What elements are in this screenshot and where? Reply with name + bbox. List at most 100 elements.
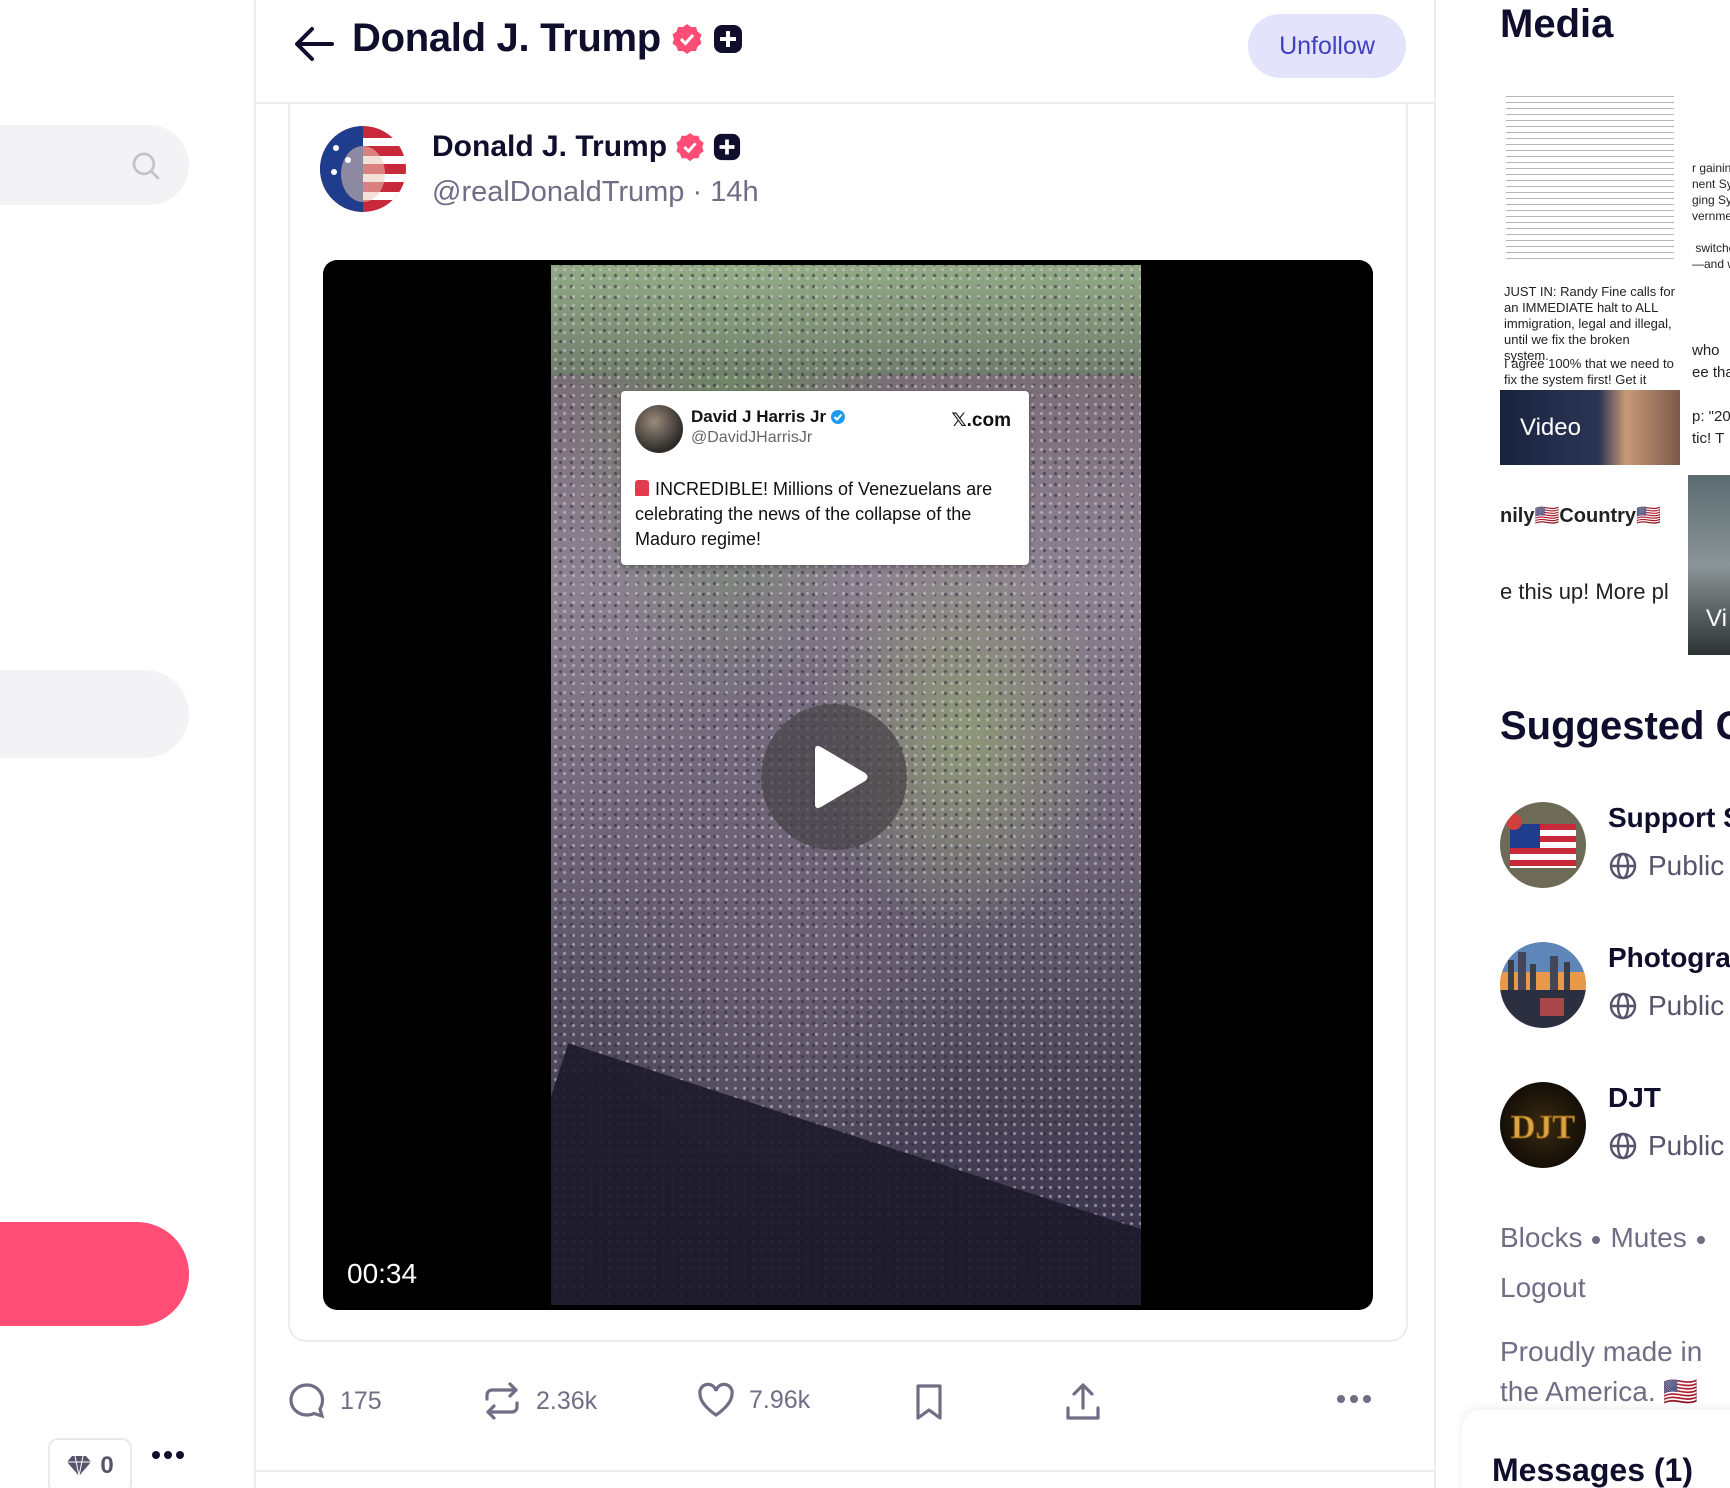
embedded-source: 𝕏.com (951, 410, 1011, 431)
group-name: Support S (1608, 802, 1730, 833)
post-card[interactable]: Donald J. Trump @realDonaldTrump · 14h D… (288, 104, 1408, 1342)
back-arrow-icon[interactable] (292, 24, 336, 64)
media-thumb-5-text2: e this up! More pl (1500, 579, 1669, 604)
footer-links: Blocks Mutes (1500, 1222, 1715, 1254)
page-title: Donald J. Trump (352, 16, 743, 61)
more-icon[interactable] (151, 1450, 185, 1460)
play-button[interactable] (761, 704, 907, 850)
group-avatar: DJT (1500, 1082, 1586, 1168)
share-icon (1066, 1383, 1100, 1420)
more-icon (1337, 1395, 1371, 1403)
author-handle[interactable]: @realDonaldTrump (432, 176, 684, 208)
profile-header: Donald J. Trump Unfollow (256, 0, 1436, 104)
media-thumb-2[interactable]: r gaining nent Syst ging Sys vernment sw… (1688, 90, 1730, 270)
embedded-name: David J Harris Jr (691, 407, 846, 427)
plus-badge-icon (713, 24, 742, 53)
sidebar-placeholder-button[interactable] (0, 670, 189, 758)
group-visibility: Public (1608, 990, 1724, 1022)
globe-icon (1609, 852, 1637, 880)
embedded-text-block: INCREDIBLE! Millions of Venezuelans are … (635, 477, 1015, 552)
author-name[interactable]: Donald J. Trump (432, 130, 741, 164)
post-time[interactable]: 14h (710, 176, 758, 208)
globe-icon (1609, 992, 1637, 1020)
logout-link[interactable]: Logout (1500, 1272, 1586, 1304)
author-name-text: Donald J. Trump (432, 130, 668, 163)
video-duration: 00:34 (347, 1258, 418, 1289)
search-input[interactable] (0, 125, 189, 205)
video-label: Vi (1706, 605, 1727, 632)
group-visibility: Public (1608, 1130, 1724, 1162)
embedded-text: INCREDIBLE! Millions of Venezuelans are … (635, 479, 993, 549)
media-thumb-5-text: nily🇺🇸Country🇺🇸 (1500, 505, 1661, 527)
repost-count: 2.36k (536, 1386, 598, 1415)
verified-badge-icon (672, 23, 702, 54)
embedded-tweet: David J Harris Jr @DavidJHarrisJr 𝕏.com … (621, 391, 1029, 565)
suggested-group[interactable]: Support S Public (1500, 802, 1730, 892)
gem-balance[interactable]: 0 (48, 1438, 132, 1488)
search-icon (132, 152, 160, 180)
reply-count: 175 (340, 1386, 382, 1415)
plus-badge-icon (713, 133, 741, 161)
gem-icon (67, 1455, 92, 1477)
media-thumb-5[interactable]: nily🇺🇸Country🇺🇸 e this up! More pl (1500, 475, 1680, 655)
media-thumb-6[interactable]: Vi (1688, 475, 1730, 655)
media-thumb-1[interactable] (1500, 90, 1680, 270)
gem-count: 0 (100, 1452, 114, 1479)
suggested-group[interactable]: Photogra Public (1500, 942, 1730, 1032)
separator-dot (1696, 1235, 1705, 1244)
video-player[interactable]: David J Harris Jr @DavidJHarrisJr 𝕏.com … (323, 260, 1373, 1310)
like-count: 7.96k (749, 1385, 811, 1414)
video-label: Video (1520, 414, 1581, 441)
made-in-america-text: Proudly made in the America. 🇺🇸 (1500, 1336, 1703, 1407)
left-sidebar: 0 (0, 0, 254, 1488)
bookmark-button[interactable] (914, 1382, 944, 1422)
messages-panel[interactable]: Messages (1) (1462, 1410, 1730, 1488)
play-icon (815, 746, 868, 808)
bookmark-icon (916, 1384, 942, 1420)
group-name: Photogra (1608, 942, 1730, 973)
group-visibility-text: Public (1648, 850, 1725, 881)
post-actions: 175 2.36k 7.96k (256, 1372, 1436, 1442)
group-visibility-text: Public (1648, 990, 1725, 1021)
unfollow-button[interactable]: Unfollow (1248, 14, 1406, 78)
repost-icon (485, 1382, 519, 1420)
group-avatar (1500, 802, 1586, 888)
author-avatar[interactable] (320, 126, 406, 212)
page-title-text: Donald J. Trump (352, 16, 661, 60)
author-meta: @realDonaldTrump · 14h (432, 176, 759, 209)
media-thumb-2-text: r gaining nent Syst ging Sys vernment sw… (1692, 161, 1730, 270)
media-title: Media (1500, 2, 1614, 46)
repost-button[interactable]: 2.36k (482, 1382, 597, 1420)
suggested-groups-title: Suggested G (1500, 704, 1730, 748)
reply-button[interactable]: 175 (288, 1382, 382, 1420)
embedded-handle: @DavidJHarrisJr (691, 429, 813, 446)
suggested-group[interactable]: DJT DJT Public (1500, 1082, 1730, 1172)
media-thumb-4[interactable]: who ee tha p: "20 tic! T (1688, 280, 1730, 465)
siren-icon (635, 480, 649, 496)
main-column: Donald J. Trump Unfollow Donald J. Trump (254, 0, 1436, 1488)
compose-button[interactable] (0, 1222, 189, 1326)
right-sidebar: Media r gaining nent Syst ging Sys vernm… (1436, 0, 1730, 1488)
separator-dot (1592, 1235, 1601, 1244)
divider (256, 1470, 1436, 1472)
blocks-link[interactable]: Blocks (1500, 1222, 1582, 1253)
embedded-name-text: David J Harris Jr (691, 407, 827, 426)
media-thumb-3-text: JUST IN: Randy Fine calls for an IMMEDIA… (1504, 284, 1675, 363)
embedded-avatar (635, 405, 683, 453)
group-name: DJT (1608, 1082, 1661, 1113)
share-button[interactable] (1064, 1382, 1102, 1422)
group-visibility-text: Public (1648, 1130, 1725, 1161)
reply-icon (289, 1383, 325, 1419)
group-avatar (1500, 942, 1586, 1028)
verified-badge-icon (676, 132, 704, 162)
document-preview (1506, 96, 1674, 264)
mutes-link[interactable]: Mutes (1610, 1222, 1686, 1253)
messages-title: Messages (1) (1492, 1452, 1693, 1488)
post-more-button[interactable] (1336, 1394, 1372, 1404)
globe-icon (1609, 1132, 1637, 1160)
heart-icon (698, 1382, 734, 1417)
like-button[interactable]: 7.96k (697, 1382, 810, 1418)
svg-text:DJT: DJT (1511, 1109, 1576, 1146)
group-visibility: Public (1608, 850, 1724, 882)
media-thumb-3[interactable]: JUST IN: Randy Fine calls for an IMMEDIA… (1500, 280, 1680, 465)
